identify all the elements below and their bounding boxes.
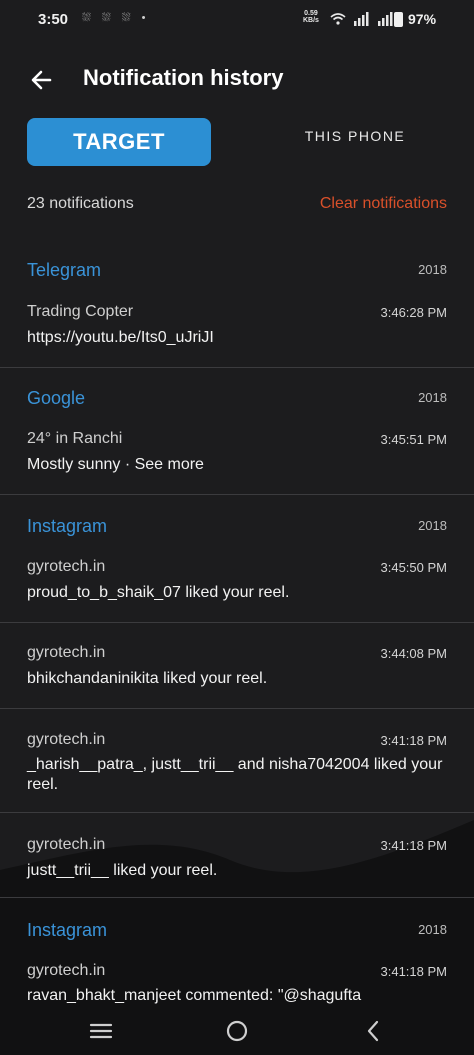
- notification-time: 3:44:08 PM: [380, 646, 448, 661]
- notification-card[interactable]: Instagram 2018 gyrotech.in 3:45:50 PM pr…: [0, 495, 474, 623]
- home-circle-icon[interactable]: [223, 1017, 251, 1045]
- notification-card[interactable]: gyrotech.in 3:41:18 PM justt__trii__ lik…: [0, 813, 474, 898]
- notification-body: ravan_bhakt_manjeet commented: "@shaguft…: [27, 987, 362, 1004]
- network-speed-unit: KB/s: [303, 17, 319, 24]
- app-name: Telegram: [27, 260, 102, 280]
- app-header: Notification history: [0, 60, 474, 102]
- notification-year: 2018: [418, 390, 447, 405]
- notification-body: proud_to_b_shaik_07 liked your reel.: [27, 584, 290, 601]
- page-title: Notification history: [83, 65, 284, 90]
- cell-signal-icon: [377, 11, 393, 26]
- notification-count: 23 notifications: [27, 195, 134, 212]
- notification-time: 3:41:18 PM: [380, 733, 448, 748]
- notification-time: 3:46:28 PM: [380, 305, 448, 320]
- notification-time: 3:45:50 PM: [380, 560, 448, 575]
- back-chevron-icon[interactable]: [360, 1017, 388, 1045]
- notification-card[interactable]: gyrotech.in 3:41:18 PM _harish__patra_, …: [0, 709, 474, 813]
- app-name: Instagram: [27, 920, 108, 940]
- network-speed: 0.59 KB/s: [303, 10, 319, 24]
- notification-body: justt__trii__ liked your reel.: [27, 862, 218, 879]
- notification-year: 2018: [418, 518, 447, 533]
- notification-body: bhikchandaninikita liked your reel.: [27, 670, 268, 687]
- tab-target[interactable]: TARGET: [27, 118, 211, 166]
- notification-card[interactable]: gyrotech.in 3:44:08 PM bhikchandaninikit…: [0, 623, 474, 709]
- notification-card[interactable]: Telegram 2018 Trading Copter 3:46:28 PM …: [0, 240, 474, 368]
- app-name: Google: [27, 388, 86, 408]
- notification-title: gyrotech.in: [27, 962, 106, 979]
- signal-icons: [330, 11, 395, 26]
- notification-title: gyrotech.in: [27, 558, 106, 575]
- notification-body: https://youtu.be/Its0_uJriJI: [27, 329, 214, 346]
- status-bar: 3:50 ⛆ ⛆ ⛆ • 0.59 KB/s 97%: [0, 0, 474, 40]
- notification-time: 3:41:18 PM: [380, 964, 448, 979]
- menu-icon[interactable]: [87, 1017, 115, 1045]
- notification-year: 2018: [418, 262, 447, 277]
- notification-time: 3:41:18 PM: [380, 838, 448, 853]
- status-time: 3:50: [38, 11, 69, 28]
- battery-icon: [394, 12, 403, 27]
- notification-title: gyrotech.in: [27, 644, 106, 661]
- notification-title: Trading Copter: [27, 303, 134, 320]
- network-speed-value: 0.59: [304, 10, 318, 17]
- system-nav-bar: [0, 1005, 474, 1055]
- notification-year: 2018: [418, 922, 447, 937]
- notification-title: gyrotech.in: [27, 731, 106, 748]
- app-name: Instagram: [27, 516, 108, 536]
- notification-body: _harish__patra_, justt__trii__ and nisha…: [27, 756, 443, 793]
- battery-percent: 97%: [408, 11, 437, 27]
- tab-this-phone[interactable]: THIS PHONE: [300, 125, 410, 147]
- notification-title: gyrotech.in: [27, 836, 106, 853]
- notification-title: 24° in Ranchi: [27, 430, 123, 447]
- notification-card[interactable]: Google 2018 24° in Ranchi 3:45:51 PM Mos…: [0, 368, 474, 495]
- notification-body: Mostly sunny · See more: [27, 456, 204, 473]
- notification-time: 3:45:51 PM: [380, 432, 448, 447]
- notification-list: Telegram 2018 Trading Copter 3:46:28 PM …: [0, 240, 474, 1008]
- wifi-icon: [330, 13, 346, 25]
- notification-card[interactable]: Instagram 2018 gyrotech.in 3:41:18 PM ra…: [0, 898, 474, 1008]
- cell-signal-icon: [354, 11, 369, 26]
- clear-notifications-button[interactable]: Clear notifications: [320, 195, 447, 213]
- status-notification-icons: ⛆ ⛆ ⛆ •: [82, 12, 150, 24]
- back-arrow-icon[interactable]: [28, 66, 56, 94]
